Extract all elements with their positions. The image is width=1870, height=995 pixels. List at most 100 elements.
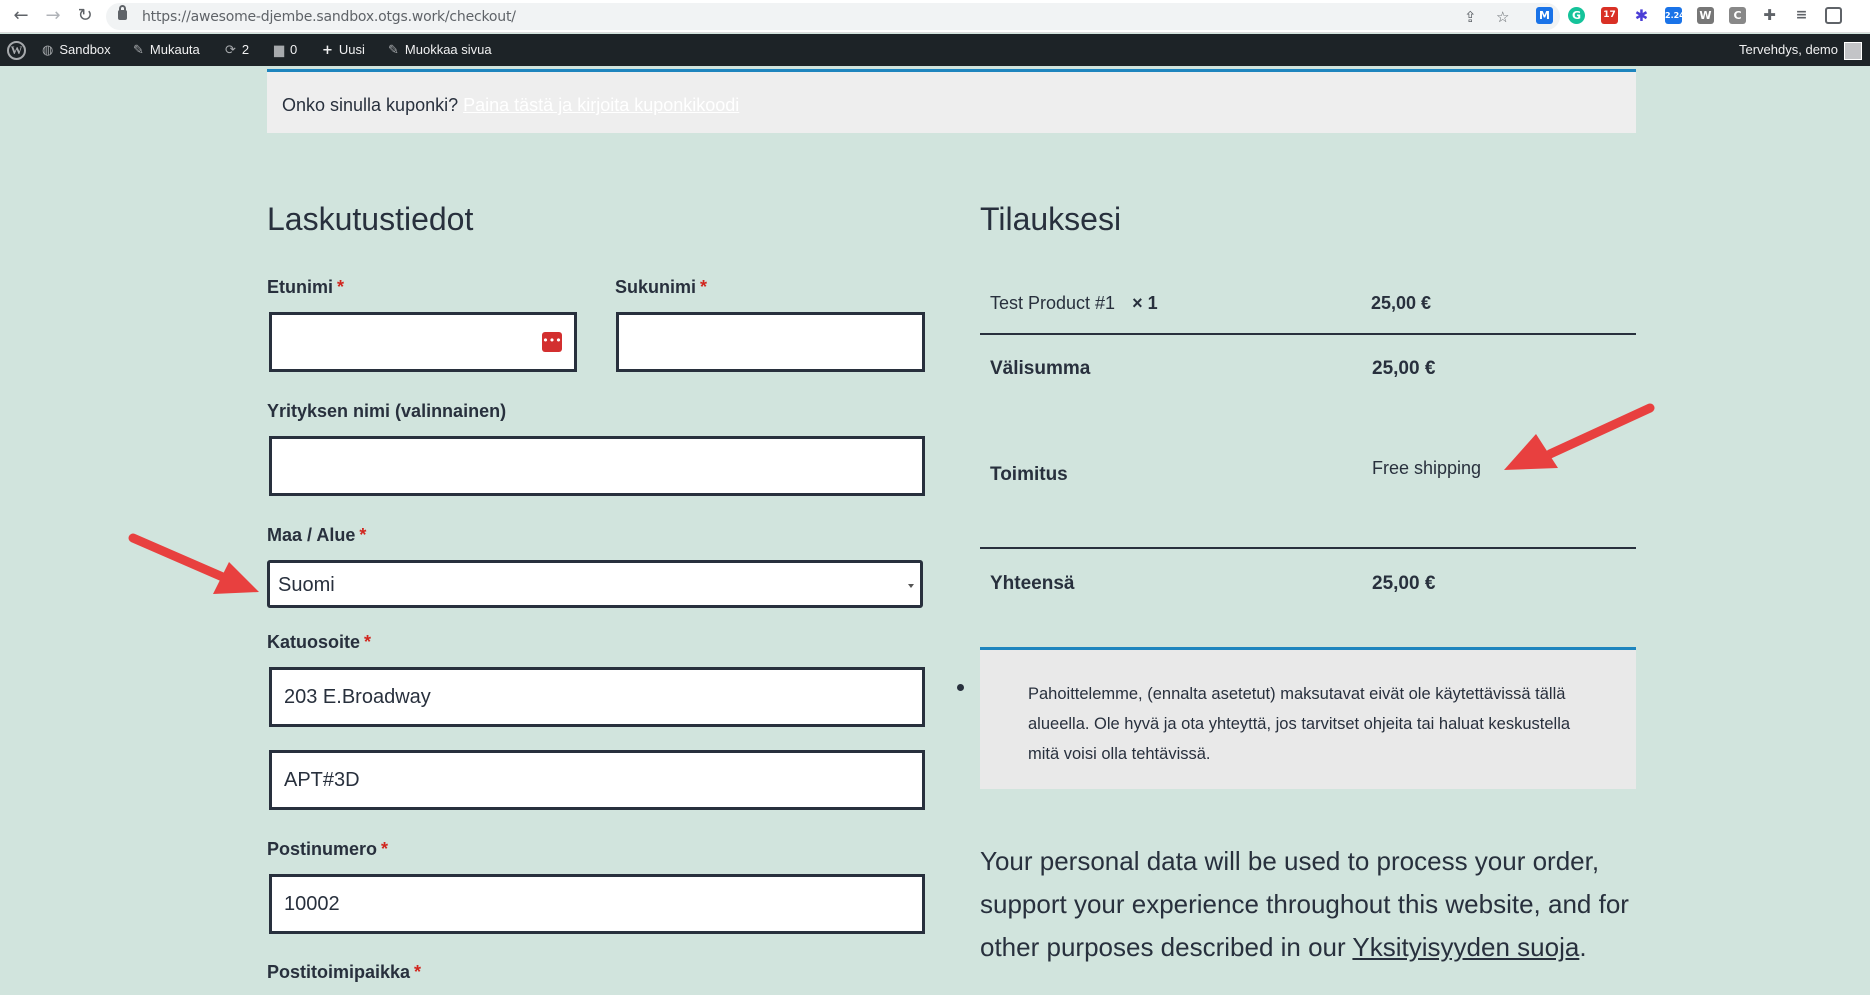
privacy-policy-text: Your personal data will be used to proce…: [980, 840, 1660, 969]
wp-admin-bar: W ◍ Sandbox ✎ Mukauta ⟳ 2 ▆ 0 + Uusi ✎ Muokkaa…: [0, 34, 1870, 66]
city-label-text: Postitoimipaikka: [267, 962, 411, 982]
total-value: 25,00 €: [1372, 573, 1436, 594]
adminbar-new-label: Uusi: [338, 42, 365, 57]
street-address-input[interactable]: 203 E.Broadway: [269, 667, 925, 727]
first-name-label: Etunimi *: [267, 277, 344, 298]
divider: [980, 333, 1636, 335]
country-select-value: Suomi: [278, 574, 335, 596]
required-mark: *: [414, 962, 422, 982]
updates-icon: ⟳: [225, 43, 236, 58]
pencil-icon: ✎: [388, 43, 399, 58]
adminbar-updates[interactable]: ⟳ 2: [225, 34, 249, 66]
street-address-value: 203 E.Broadway: [284, 686, 431, 708]
company-input[interactable]: [269, 436, 925, 496]
payment-notice-text: Pahoittelemme, (ennalta asetetut) maksut…: [1028, 685, 1571, 763]
product-price: 25,00 €: [1371, 293, 1432, 313]
snowflake-extension-icon[interactable]: ✱: [1633, 7, 1650, 24]
avatar: [1844, 41, 1862, 60]
adminbar-new[interactable]: + Uusi: [322, 34, 365, 66]
annotation-arrow-country: [128, 533, 259, 594]
star-icon[interactable]: ☆: [1496, 8, 1509, 26]
address-bar[interactable]: https://awesome-djembe.sandbox.otgs.work…: [106, 3, 1560, 30]
last-name-label-text: Sukunimi: [615, 277, 697, 297]
privacy-policy-link[interactable]: Yksityisyyden suoja: [1352, 932, 1579, 962]
adminbar-customize-label: Mukauta: [149, 42, 200, 57]
reload-icon[interactable]: ↻: [74, 5, 96, 27]
password-manager-icon[interactable]: •••: [542, 332, 562, 352]
street-address-2-value: APT#3D: [284, 769, 360, 791]
adminbar-site-label: Sandbox: [59, 42, 111, 57]
coupon-notice: Onko sinulla kuponki? Paina tästä ja kir…: [267, 69, 1636, 133]
plus-icon: +: [322, 43, 333, 58]
adminbar-edit-page[interactable]: ✎ Muokkaa sivua: [388, 34, 492, 66]
product-quantity: × 1: [1132, 293, 1158, 313]
adminbar-comments[interactable]: ▆ 0: [274, 34, 297, 66]
postcode-input[interactable]: 10002: [269, 874, 925, 934]
weather-extension-icon[interactable]: 2.24: [1665, 7, 1685, 24]
reading-list-icon[interactable]: ≡: [1793, 7, 1810, 24]
last-name-label: Sukunimi *: [615, 277, 707, 298]
company-label: Yrityksen nimi (valinnainen): [267, 401, 507, 421]
city-label: Postitoimipaikka *: [267, 962, 421, 983]
billing-heading: Laskutustiedot: [267, 201, 474, 237]
order-heading: Tilauksesi: [980, 201, 1122, 237]
required-mark: *: [337, 277, 345, 297]
total-label: Yhteensä: [990, 573, 1075, 594]
country-label-text: Maa / Alue: [267, 525, 356, 545]
required-mark: *: [700, 277, 708, 297]
country-select[interactable]: Suomi: [267, 560, 923, 608]
adminbar-site[interactable]: ◍ Sandbox: [42, 34, 111, 66]
divider: [980, 547, 1636, 549]
street-address-2-input[interactable]: APT#3D: [269, 750, 925, 810]
subtotal-label: Välisumma: [990, 358, 1091, 379]
grammarly-extension-icon[interactable]: G: [1568, 7, 1585, 24]
adminbar-customize[interactable]: ✎ Mukauta: [133, 34, 200, 66]
product-name-text: Test Product #1: [990, 293, 1116, 313]
coupon-notice-text: Onko sinulla kuponki? Paina tästä ja kir…: [282, 95, 739, 116]
coupon-link[interactable]: Paina tästä ja kirjoita kuponkikoodi: [463, 95, 739, 115]
share-icon[interactable]: ⇪: [1464, 8, 1477, 26]
required-mark: *: [364, 632, 372, 652]
c-extension-icon[interactable]: C: [1729, 7, 1746, 24]
browser-toolbar: ← → ↻ https://awesome-djembe.sandbox.otg…: [0, 0, 1870, 33]
first-name-input[interactable]: •••: [269, 312, 577, 372]
brush-icon: ✎: [133, 43, 144, 58]
back-icon[interactable]: ←: [10, 5, 32, 27]
w-extension-icon[interactable]: W: [1697, 7, 1714, 24]
subtotal-value: 25,00 €: [1372, 358, 1436, 379]
privacy-end: .: [1579, 932, 1587, 962]
calendar-extension-icon[interactable]: 17: [1601, 7, 1618, 24]
malwarebytes-extension-icon[interactable]: M: [1536, 7, 1553, 24]
adminbar-comments-count: 0: [290, 42, 298, 57]
required-mark: *: [359, 525, 367, 545]
postcode-value: 10002: [284, 893, 340, 915]
shipping-value: Free shipping: [1372, 458, 1482, 478]
url-text[interactable]: https://awesome-djembe.sandbox.otgs.work…: [142, 9, 516, 25]
postcode-label-text: Postinumero: [267, 839, 378, 859]
dashboard-icon: ◍: [42, 43, 54, 58]
chevron-down-icon: [908, 584, 914, 588]
adminbar-greeting: Tervehdys, demo: [1739, 42, 1838, 57]
country-label: Maa / Alue *: [267, 525, 366, 546]
comment-icon: ▆: [274, 43, 284, 58]
adminbar-updates-count: 2: [241, 42, 250, 57]
required-mark: *: [381, 839, 389, 859]
street-label-text: Katuosoite: [267, 632, 361, 652]
adminbar-account[interactable]: Tervehdys, demo: [1739, 34, 1862, 66]
postcode-label: Postinumero *: [267, 839, 388, 860]
puzzle-icon[interactable]: ✚: [1761, 7, 1778, 24]
list-bullet: [957, 684, 964, 691]
lock-icon[interactable]: [118, 5, 127, 20]
street-label: Katuosoite *: [267, 632, 371, 653]
shipping-label: Toimitus: [990, 464, 1068, 485]
forward-icon[interactable]: →: [42, 5, 64, 27]
first-name-label-text: Etunimi: [267, 277, 333, 297]
adminbar-edit-page-label: Muokkaa sivua: [404, 42, 492, 57]
coupon-question: Onko sinulla kuponki?: [282, 95, 459, 115]
wordpress-logo-icon[interactable]: W: [7, 41, 26, 60]
payment-unavailable-notice: Pahoittelemme, (ennalta asetetut) maksut…: [980, 647, 1636, 789]
product-name: Test Product #1 × 1: [990, 293, 1158, 314]
side-panel-icon[interactable]: [1825, 7, 1842, 24]
annotation-arrow-shipping: [1504, 403, 1655, 470]
last-name-input[interactable]: [616, 312, 925, 372]
